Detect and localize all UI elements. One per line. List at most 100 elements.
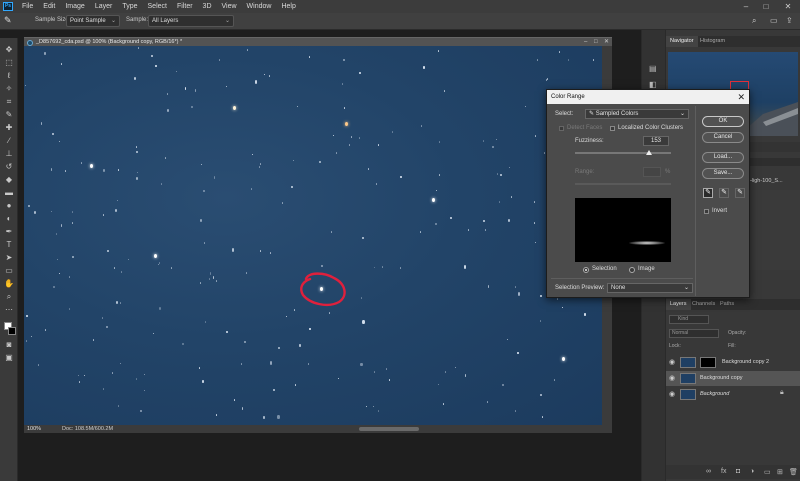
tab-histogram[interactable]: Histogram [696, 36, 729, 47]
path-select-icon[interactable]: ➤ [2, 252, 16, 263]
layer-row[interactable]: ◉ Background copy 2 [666, 355, 800, 370]
panel-icon[interactable]: ◧ [649, 80, 657, 89]
load-button[interactable]: Load... [702, 152, 744, 163]
brush-tool-icon[interactable]: ∕ [2, 135, 16, 146]
eyedropper-tool-icon[interactable]: ✎ [2, 109, 16, 120]
layer-row[interactable]: ◉ Background copy [666, 371, 800, 386]
annotation-circle [300, 272, 346, 306]
zoom-tool-icon[interactable]: ⌕ [2, 291, 16, 302]
ok-button[interactable]: OK [702, 116, 744, 127]
fuzziness-input[interactable]: 153 [643, 136, 669, 146]
navigator-tabs: Navigator Histogram [666, 36, 800, 47]
blur-tool-icon[interactable]: ● [2, 200, 16, 211]
detect-faces-checkbox[interactable] [559, 126, 564, 131]
move-tool-icon[interactable]: ✥ [2, 44, 16, 55]
fx-icon[interactable]: fx [721, 468, 726, 475]
selection-preview-thumbnail[interactable] [575, 198, 671, 262]
lasso-tool-icon[interactable]: ℓ [2, 70, 16, 81]
pen-tool-icon[interactable]: ✒ [2, 226, 16, 237]
range-input [643, 167, 661, 177]
quick-select-tool-icon[interactable]: ✧ [2, 83, 16, 94]
eraser-tool-icon[interactable]: ◆ [2, 174, 16, 185]
menu-3d[interactable]: 3D [198, 3, 217, 10]
tab-paths[interactable]: Paths [716, 299, 738, 310]
selection-preview-select[interactable]: None ⌄ [607, 283, 693, 293]
rectangle-tool-icon[interactable]: ▭ [2, 265, 16, 276]
background-color-swatch[interactable] [8, 327, 16, 335]
minimize-icon[interactable]: – [736, 0, 756, 13]
image-canvas[interactable] [24, 46, 602, 425]
preset-item-label[interactable]: _High-100_S... [746, 178, 783, 184]
zoom-level[interactable]: 100% [27, 425, 41, 433]
menu-help[interactable]: Help [276, 3, 300, 10]
clone-stamp-icon[interactable]: ⊥ [2, 148, 16, 159]
eye-icon[interactable]: ◉ [669, 358, 675, 366]
blend-mode-select[interactable]: Normal [669, 329, 719, 338]
workspace-icon[interactable]: ▭ [770, 16, 778, 25]
menu-filter[interactable]: Filter [172, 3, 198, 10]
document-tab[interactable]: _D857692_cda.psd @ 100% (Background copy… [24, 37, 612, 46]
maximize-icon[interactable]: □ [756, 0, 776, 13]
search-icon[interactable]: ⌕ [752, 16, 756, 26]
save-button[interactable]: Save... [702, 168, 744, 179]
menu-image[interactable]: Image [60, 3, 89, 10]
eyedropper-tool-icon[interactable]: ✎ [4, 15, 12, 26]
dialog-title-bar[interactable]: Color Range ✕ [547, 90, 749, 104]
menu-select[interactable]: Select [143, 3, 172, 10]
sample-size-select[interactable]: Point Sample ⌄ [66, 15, 120, 27]
history-brush-icon[interactable]: ↺ [2, 161, 16, 172]
new-layer-icon[interactable]: ⊞ [777, 468, 783, 476]
eye-icon[interactable]: ◉ [669, 390, 675, 398]
dialog-vertical-divider [695, 106, 696, 296]
crop-tool-icon[interactable]: ⌗ [2, 96, 16, 107]
screen-mode-icon[interactable]: ▣ [2, 352, 16, 363]
share-icon[interactable]: ⇪ [786, 16, 793, 25]
healing-brush-icon[interactable]: ✚ [2, 122, 16, 133]
cancel-button[interactable]: Cancel [702, 132, 744, 143]
panel-icon[interactable]: ▤ [649, 64, 657, 73]
delete-layer-icon[interactable]: 🗑︎ [789, 468, 798, 476]
localized-clusters-checkbox[interactable] [610, 126, 615, 131]
group-icon[interactable]: ▭ [764, 468, 771, 476]
marquee-tool-icon[interactable]: ⬚ [2, 57, 16, 68]
selection-preview-value: None [611, 285, 626, 291]
menu-type[interactable]: Type [117, 3, 142, 10]
photoshop-logo-icon: Ps [3, 2, 13, 11]
eyedropper-icon[interactable]: ✎ [703, 188, 713, 198]
dodge-tool-icon[interactable]: ◐ [2, 213, 16, 224]
layer-row[interactable]: ◉ Background 🔒︎ [666, 387, 800, 402]
filter-placeholder: Kind [678, 316, 689, 322]
layer-mask-thumbnail[interactable] [700, 357, 716, 368]
selection-radio[interactable] [583, 267, 589, 273]
tab-layers[interactable]: Layers [666, 299, 691, 310]
link-icon[interactable]: ∞ [706, 468, 711, 475]
menu-window[interactable]: Window [242, 3, 277, 10]
sample-select[interactable]: All Layers ⌄ [148, 15, 234, 27]
fuzziness-slider[interactable] [575, 152, 671, 154]
image-radio[interactable] [629, 267, 635, 273]
add-mask-icon[interactable]: ◘ [736, 468, 740, 475]
invert-checkbox[interactable] [704, 209, 709, 214]
tab-navigator[interactable]: Navigator [666, 36, 698, 47]
eye-icon[interactable]: ◉ [669, 374, 675, 382]
menu-edit[interactable]: Edit [38, 3, 60, 10]
close-window-icon[interactable]: ✕ [778, 0, 798, 13]
menu-file[interactable]: File [17, 3, 38, 10]
localized-clusters-label: Localized Color Clusters [618, 125, 684, 131]
menu-view[interactable]: View [217, 3, 242, 10]
close-icon[interactable]: ✕ [737, 90, 745, 104]
select-dropdown[interactable]: ✎ Sampled Colors ⌄ [585, 109, 689, 119]
eyedropper-minus-icon[interactable]: ✎ [735, 188, 745, 198]
eyedropper-plus-icon[interactable]: ✎ [719, 188, 729, 198]
hand-tool-icon[interactable]: ✋ [2, 278, 16, 289]
scroll-thumb[interactable] [359, 427, 419, 431]
adjustment-layer-icon[interactable]: ◑ [750, 468, 754, 475]
layer-filter-input[interactable]: Kind [669, 315, 709, 324]
fuzziness-slider-thumb[interactable] [645, 150, 652, 155]
gradient-tool-icon[interactable]: ▬ [2, 187, 16, 198]
quick-mask-icon[interactable]: ◙ [2, 339, 16, 350]
more-tools-icon[interactable]: ⋯ [2, 304, 16, 315]
tab-channels[interactable]: Channels [688, 299, 719, 310]
type-tool-icon[interactable]: T [2, 239, 16, 250]
menu-layer[interactable]: Layer [90, 3, 118, 10]
